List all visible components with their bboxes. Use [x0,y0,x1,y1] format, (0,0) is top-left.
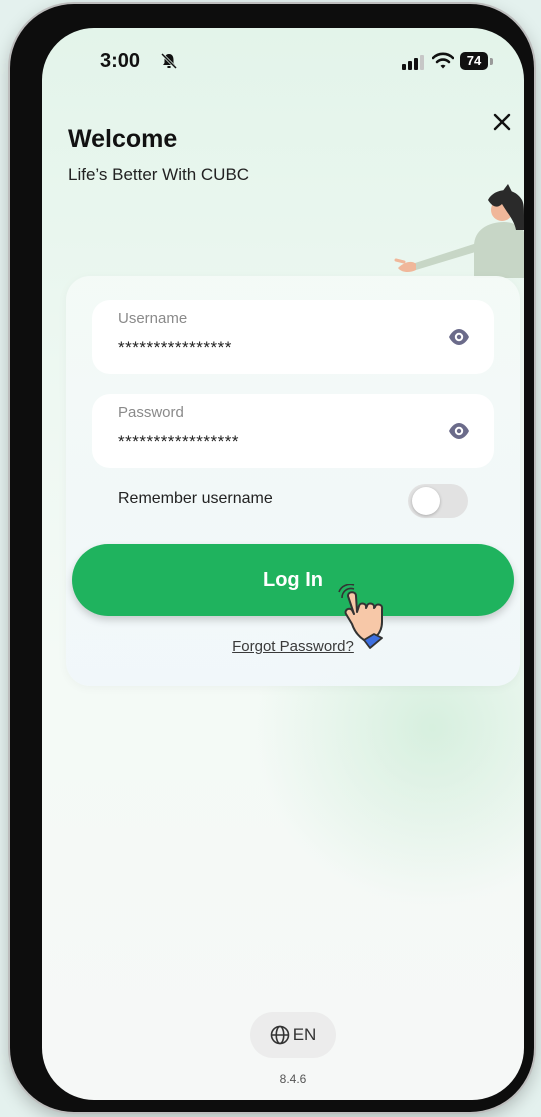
page-subtitle: Life’s Better With CUBC [68,165,250,184]
language-label: EN [292,1025,317,1044]
bell-slash-icon [160,52,178,70]
page-title: Welcome [68,125,178,153]
welcome-illustration [394,184,524,278]
eye-icon[interactable] [448,327,470,347]
password-value[interactable]: ***************** [118,432,239,452]
language-selector[interactable]: EN [250,1012,336,1058]
password-label: Password [118,404,184,421]
toggle-knob [412,487,440,515]
app-screen: 3:00 74 Welcome Life’s Better With CUBC [42,28,524,1100]
login-button[interactable]: Log In [72,544,514,616]
forgot-password-link[interactable]: Forgot Password? [42,638,524,655]
login-button-label: Log In [263,568,323,591]
battery-icon: 74 [460,52,488,70]
close-icon[interactable] [488,108,516,136]
username-label: Username [118,310,188,327]
eye-icon[interactable] [448,421,470,441]
username-field[interactable]: Username **************** [92,300,494,374]
wifi-icon [432,52,454,69]
battery-tip [490,58,493,65]
remember-username-toggle[interactable] [408,484,468,518]
globe-icon [270,1025,289,1045]
password-field[interactable]: Password ***************** [92,394,494,468]
app-version: 8.4.6 [279,1072,307,1086]
signal-icon [402,55,424,70]
remember-username-label: Remember username [118,490,273,507]
status-time: 3:00 [100,50,141,72]
phone-frame: 3:00 74 Welcome Life’s Better With CUBC [10,4,534,1112]
username-value[interactable]: **************** [118,338,232,358]
